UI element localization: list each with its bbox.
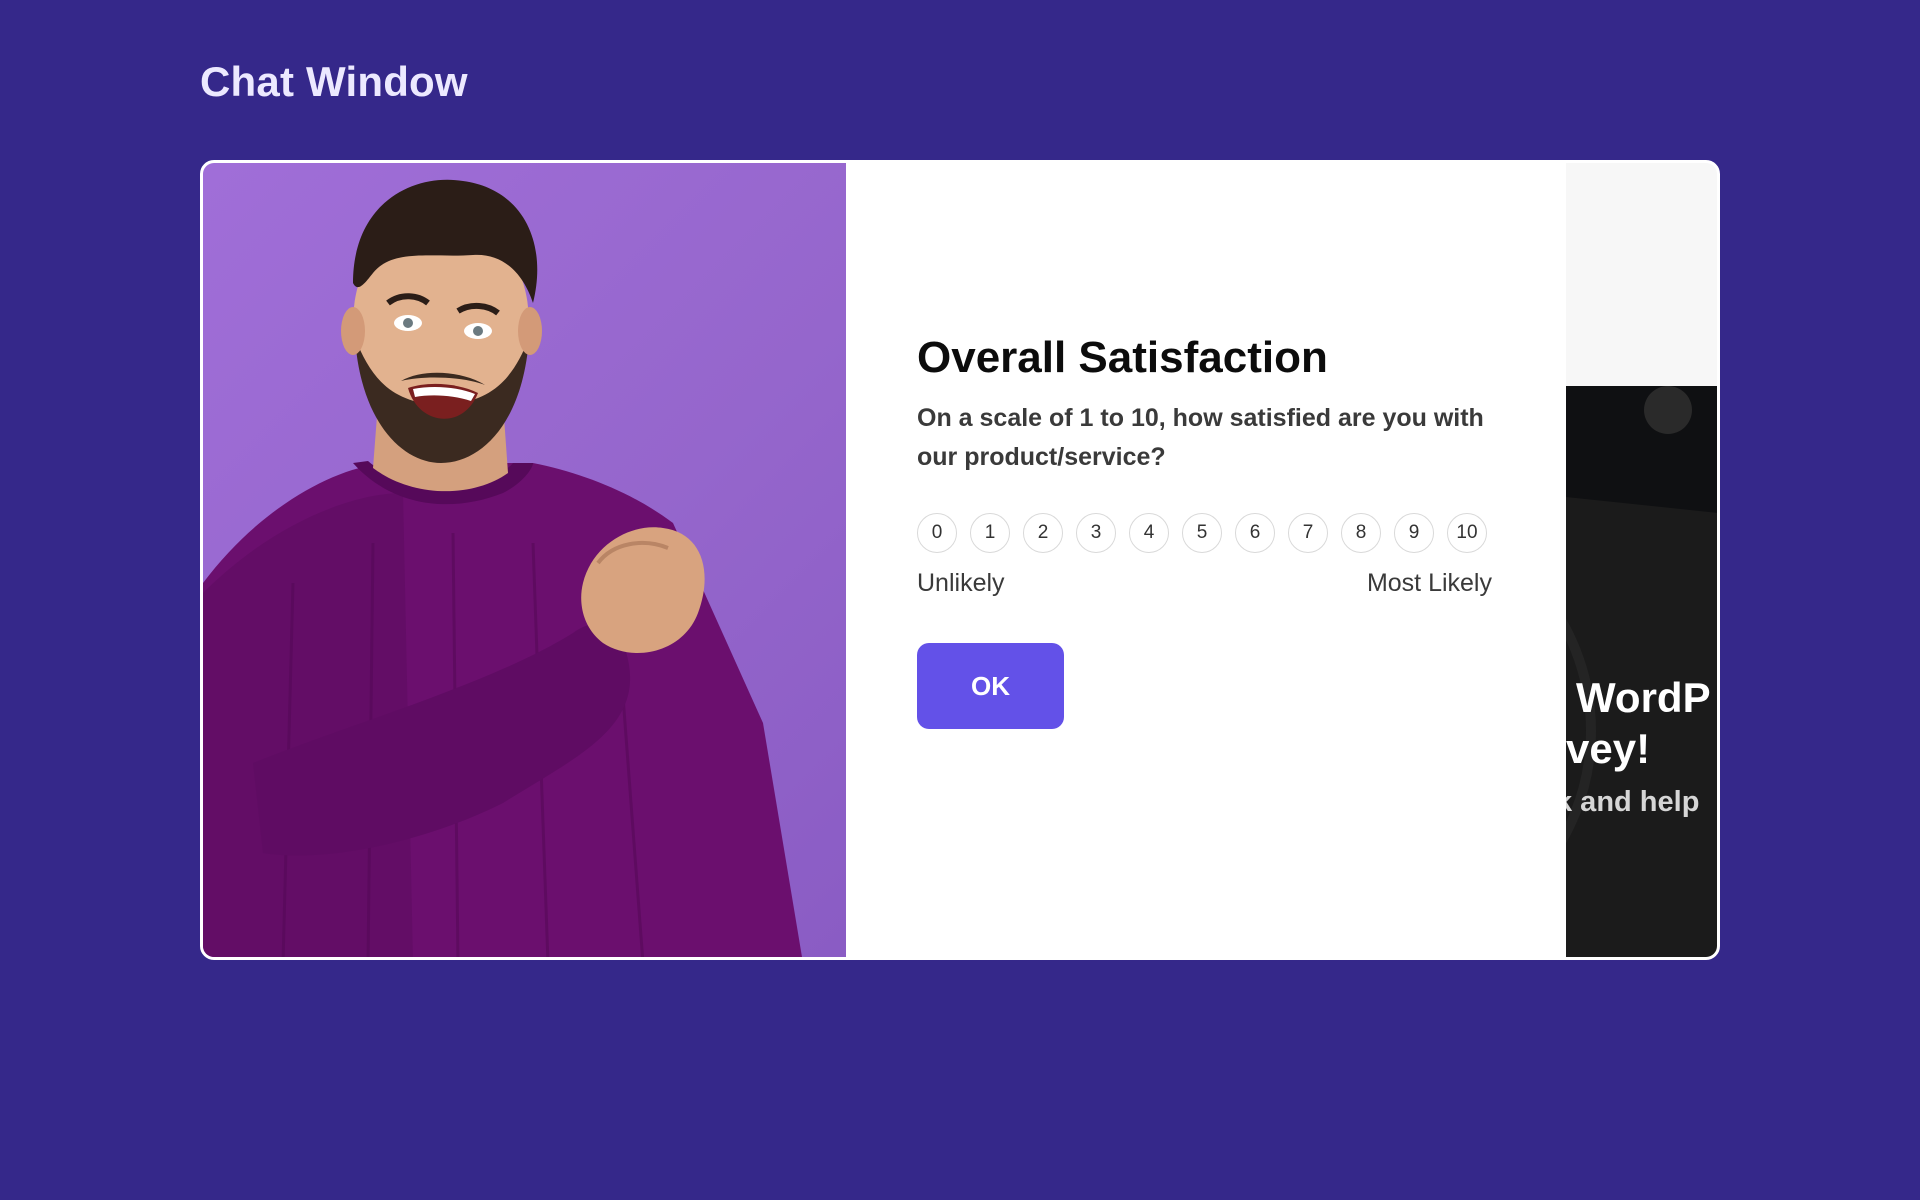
scale-labels: Unlikely Most Likely xyxy=(917,569,1492,598)
next-slide-preview: e WordP vey! k and help xyxy=(1566,163,1717,957)
photo-illustration xyxy=(203,179,802,957)
preview-headline-line1: e WordP xyxy=(1566,674,1711,721)
rating-scale: 0 1 2 3 4 5 6 7 8 9 10 xyxy=(917,513,1487,553)
question-text: On a scale of 1 to 10, how satisfied are… xyxy=(917,404,1484,471)
preview-headline-line2: vey! xyxy=(1566,725,1651,772)
preview-dot xyxy=(1644,386,1692,434)
preview-top-area xyxy=(1566,163,1717,386)
survey-panel: Overall Satisfaction On a scale of 1 to … xyxy=(846,163,1566,957)
question-title: Overall Satisfaction xyxy=(917,333,1328,382)
chat-window-card: Overall Satisfaction On a scale of 1 to … xyxy=(200,160,1720,960)
rating-option-8[interactable]: 8 xyxy=(1341,513,1381,553)
scale-low-label: Unlikely xyxy=(917,569,1005,597)
rating-option-1[interactable]: 1 xyxy=(970,513,1010,553)
scale-high-label: Most Likely xyxy=(1366,569,1492,597)
rating-option-5[interactable]: 5 xyxy=(1182,513,1222,553)
preview-headline: e WordP vey! xyxy=(1566,672,1711,774)
preview-subtext: k and help xyxy=(1566,786,1700,818)
preview-dark-area: e WordP vey! k and help xyxy=(1566,386,1717,957)
rating-option-2[interactable]: 2 xyxy=(1023,513,1063,553)
rating-option-9[interactable]: 9 xyxy=(1394,513,1434,553)
rating-option-3[interactable]: 3 xyxy=(1076,513,1116,553)
smiling-man-photo xyxy=(203,163,846,957)
rating-option-4[interactable]: 4 xyxy=(1129,513,1169,553)
preview-decoration xyxy=(1566,386,1717,520)
rating-option-10[interactable]: 10 xyxy=(1447,513,1487,553)
rating-option-7[interactable]: 7 xyxy=(1288,513,1328,553)
ok-button[interactable]: OK xyxy=(917,643,1064,729)
page-title: Chat Window xyxy=(200,58,468,105)
rating-option-0[interactable]: 0 xyxy=(917,513,957,553)
rating-option-6[interactable]: 6 xyxy=(1235,513,1275,553)
